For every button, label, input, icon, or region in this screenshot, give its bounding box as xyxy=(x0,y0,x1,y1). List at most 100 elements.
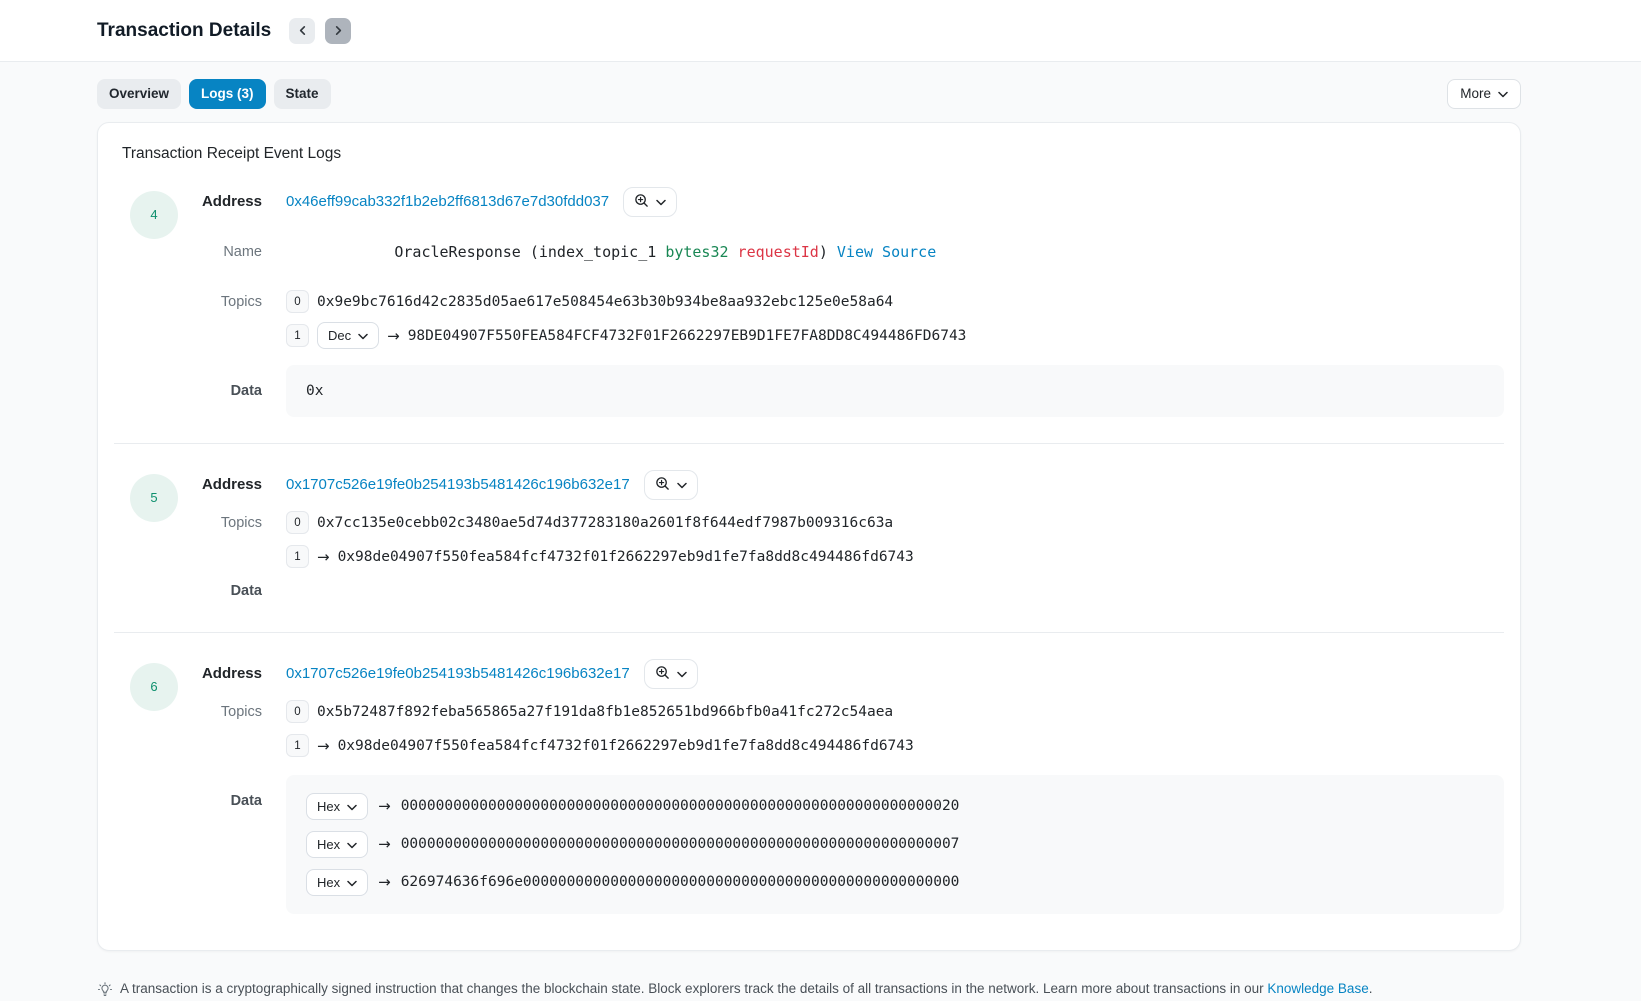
address-filter-button[interactable] xyxy=(623,187,677,217)
topic-value: 98DE04907F550FEA584FCF4732F01F2662297EB9… xyxy=(408,328,967,344)
chevron-down-icon xyxy=(677,666,687,681)
address-link[interactable]: 0x1707c526e19fe0b254193b5481426c196b632e… xyxy=(286,665,630,682)
name-row: Name OracleResponse (index_topic_1 bytes… xyxy=(114,225,1504,279)
topic-number-badge: 0 xyxy=(286,290,309,313)
data-encoding-value: Hex xyxy=(317,876,340,889)
arrow-right-icon: → xyxy=(317,737,330,755)
data-box: Hex → 0000000000000000000000000000000000… xyxy=(286,775,1504,914)
next-transaction-button[interactable] xyxy=(325,18,351,44)
log-index-badge: 6 xyxy=(130,663,178,711)
tab-overview[interactable]: Overview xyxy=(97,79,181,109)
chevron-down-icon xyxy=(358,329,368,342)
topic-row: 1 → 0x98de04907f550fea584fcf4732f01f2662… xyxy=(114,731,1504,761)
arrow-right-icon: → xyxy=(378,873,391,891)
chevron-down-icon xyxy=(677,477,687,492)
data-row: Data Hex → 00000000000000000000000000000 xyxy=(114,775,1504,914)
topic-encoding-value: Dec xyxy=(328,329,351,342)
event-param-name: requestId xyxy=(729,243,819,261)
topic-row: Topics 0 0x7cc135e0cebb02c3480ae5d74d377… xyxy=(114,508,1504,538)
data-label: Data xyxy=(114,365,262,399)
data-encoding-value: Hex xyxy=(317,838,340,851)
data-box: 0x xyxy=(286,365,1504,417)
tab-state[interactable]: State xyxy=(274,79,331,109)
topic-value: 0x98de04907f550fea584fcf4732f01f2662297e… xyxy=(338,549,914,565)
topic-number-badge: 1 xyxy=(286,545,309,568)
event-name: OracleResponse xyxy=(394,243,520,261)
arrow-right-icon: → xyxy=(387,327,400,345)
knowledge-base-link[interactable]: Knowledge Base xyxy=(1267,981,1368,996)
log-index-badge: 5 xyxy=(130,474,178,522)
log-divider xyxy=(114,632,1504,633)
prev-transaction-button[interactable] xyxy=(289,18,315,44)
log-entry-4: 4 Address 0x46eff99cab332f1b2eb2ff6813d6… xyxy=(114,187,1504,417)
log-index-badge: 4 xyxy=(130,191,178,239)
topic-row: 1 → 0x98de04907f550fea584fcf4732f01f2662… xyxy=(114,542,1504,572)
chevron-down-icon xyxy=(1498,87,1508,101)
page-header: Transaction Details xyxy=(0,0,1641,62)
topic-number-badge: 0 xyxy=(286,511,309,534)
data-row: Data xyxy=(114,576,1504,606)
zoom-in-icon xyxy=(634,193,649,211)
lightbulb-icon xyxy=(97,981,113,1001)
topic-number-badge: 0 xyxy=(286,700,309,723)
chevron-down-icon xyxy=(347,876,357,889)
address-filter-button[interactable] xyxy=(644,659,698,689)
event-logs-card: Transaction Receipt Event Logs 4 Address… xyxy=(97,122,1521,951)
arrow-right-icon: → xyxy=(378,797,391,815)
chevron-down-icon xyxy=(347,838,357,851)
tab-logs[interactable]: Logs (3) xyxy=(189,79,266,109)
topic-value: 0x98de04907f550fea584fcf4732f01f2662297e… xyxy=(338,738,914,754)
topic-row: Topics 0 0x9e9bc7616d42c2835d05ae617e508… xyxy=(114,287,1504,317)
event-signature: (index_topic_1 xyxy=(521,243,666,261)
more-dropdown-label: More xyxy=(1460,87,1491,101)
event-param-type: bytes32 xyxy=(665,243,728,261)
footnote-text: A transaction is a cryptographically sig… xyxy=(120,981,1267,996)
topics-label: Topics xyxy=(114,294,262,310)
data-label: Data xyxy=(114,583,262,599)
data-value: 626974636f696e00000000000000000000000000… xyxy=(401,874,960,890)
topics-label: Topics xyxy=(114,515,262,531)
page-title: Transaction Details xyxy=(97,20,271,42)
event-signature-close: ) xyxy=(819,243,837,261)
topics-label: Topics xyxy=(114,704,262,720)
topic-value: 0x9e9bc7616d42c2835d05ae617e508454e63b30… xyxy=(317,294,893,310)
topic-value: 0x5b72487f892feba565865a27f191da8fb1e852… xyxy=(317,704,893,720)
log-divider xyxy=(114,443,1504,444)
address-link[interactable]: 0x46eff99cab332f1b2eb2ff6813d67e7d30fdd0… xyxy=(286,193,609,210)
data-value: 0000000000000000000000000000000000000000… xyxy=(401,798,960,814)
arrow-right-icon: → xyxy=(317,548,330,566)
data-encoding-select[interactable]: Hex xyxy=(306,869,368,896)
address-row: Address 0x1707c526e19fe0b254193b5481426c… xyxy=(114,659,1504,689)
topic-encoding-select[interactable]: Dec xyxy=(317,322,379,349)
chevron-down-icon xyxy=(656,194,666,209)
topic-row: Topics 0 0x5b72487f892feba565865a27f191d… xyxy=(114,697,1504,727)
address-row: Address 0x46eff99cab332f1b2eb2ff6813d67e… xyxy=(114,187,1504,217)
topic-value: 0x7cc135e0cebb02c3480ae5d74d377283180a26… xyxy=(317,515,893,531)
tabs-bar: Overview Logs (3) State More xyxy=(97,79,1521,109)
chevron-down-icon xyxy=(347,800,357,813)
arrow-right-icon: → xyxy=(378,835,391,853)
chevron-left-icon xyxy=(297,25,308,36)
name-label: Name xyxy=(114,244,262,260)
address-link[interactable]: 0x1707c526e19fe0b254193b5481426c196b632e… xyxy=(286,476,630,493)
data-label: Data xyxy=(114,775,262,809)
topic-row: 1 Dec → 98DE04907F550FEA584FCF4732F01F26… xyxy=(114,321,1504,351)
chevron-right-icon xyxy=(333,25,344,36)
topic-number-badge: 1 xyxy=(286,734,309,757)
zoom-in-icon xyxy=(655,476,670,494)
data-encoding-value: Hex xyxy=(317,800,340,813)
data-encoding-select[interactable]: Hex xyxy=(306,831,368,858)
view-source-link[interactable]: View Source xyxy=(837,243,936,261)
log-entry-5: 5 Address 0x1707c526e19fe0b254193b548142… xyxy=(114,470,1504,606)
topic-number-badge: 1 xyxy=(286,324,309,347)
address-row: Address 0x1707c526e19fe0b254193b5481426c… xyxy=(114,470,1504,500)
card-heading: Transaction Receipt Event Logs xyxy=(114,145,1504,163)
data-row: Data 0x xyxy=(114,365,1504,417)
data-value: 0x xyxy=(306,383,323,399)
more-dropdown-button[interactable]: More xyxy=(1447,79,1521,109)
zoom-in-icon xyxy=(655,665,670,683)
data-encoding-select[interactable]: Hex xyxy=(306,793,368,820)
data-value: 0000000000000000000000000000000000000000… xyxy=(401,836,960,852)
log-entry-6: 6 Address 0x1707c526e19fe0b254193b548142… xyxy=(114,659,1504,914)
address-filter-button[interactable] xyxy=(644,470,698,500)
